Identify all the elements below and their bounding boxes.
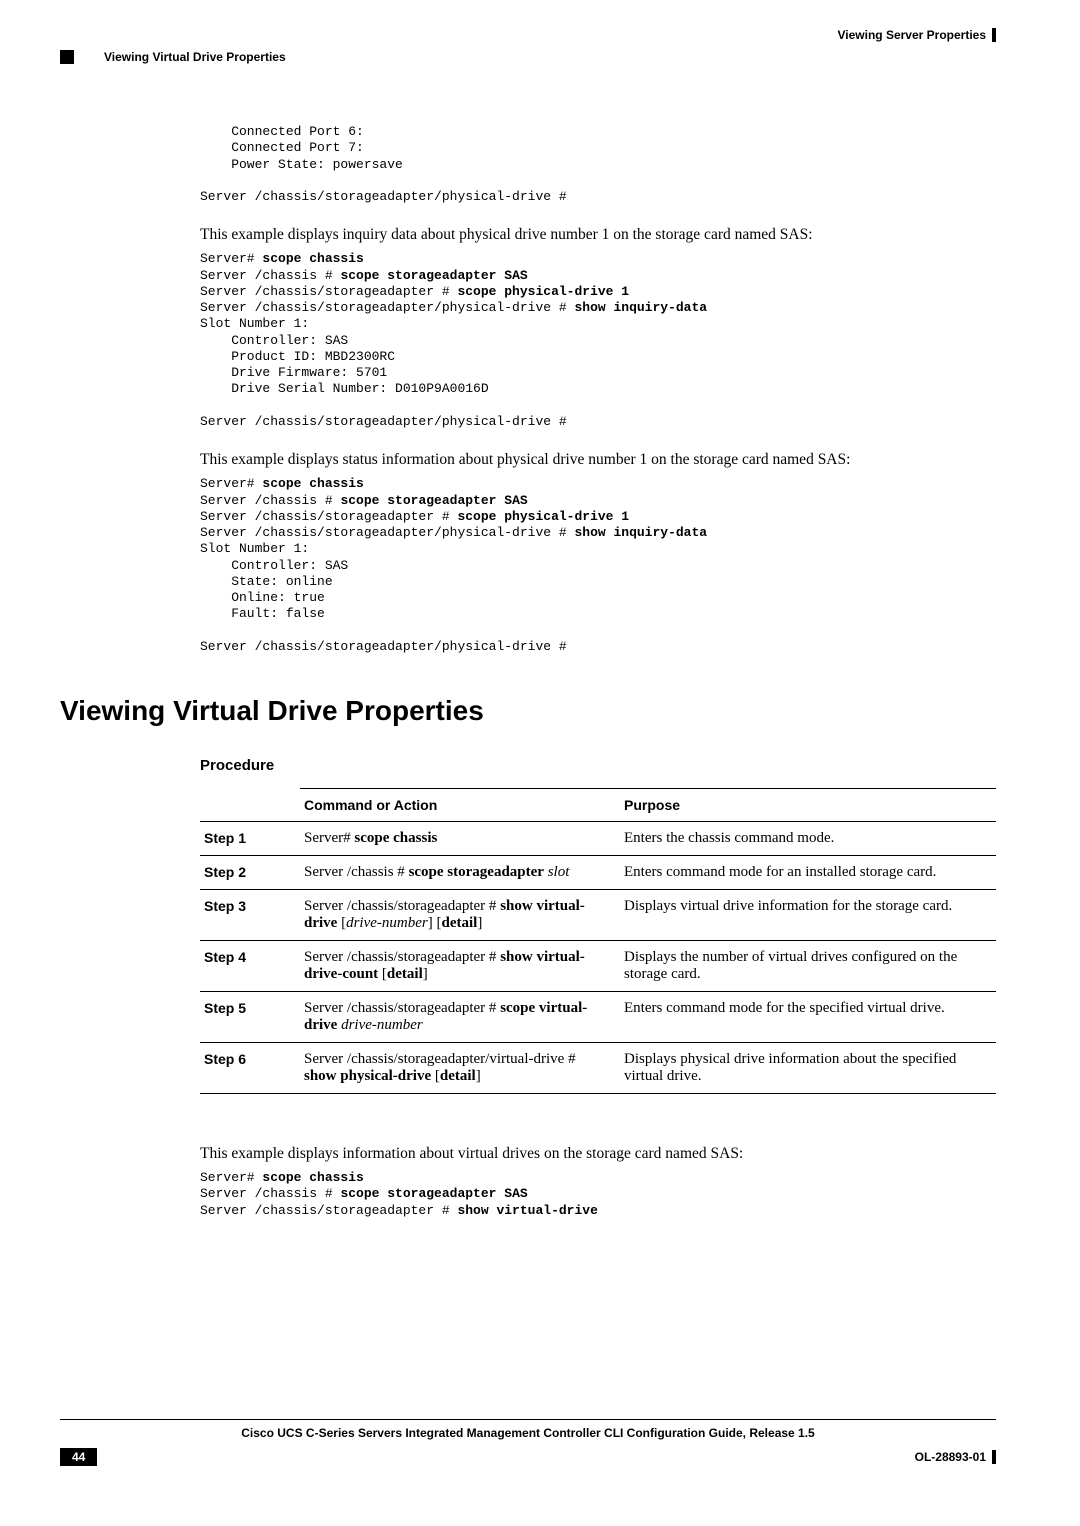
- table-row: Step 4 Server /chassis/storageadapter # …: [200, 941, 996, 992]
- command-cell: Server /chassis/storageadapter # scope v…: [300, 992, 620, 1043]
- code-block-0: Connected Port 6: Connected Port 7: Powe…: [200, 124, 996, 205]
- intro-paragraph-2: This example displays status information…: [200, 450, 996, 470]
- code-block-1: Server# scope chassis Server /chassis # …: [200, 251, 996, 430]
- command-cell: Server /chassis/storageadapter # show vi…: [300, 890, 620, 941]
- purpose-cell: Enters the chassis command mode.: [620, 822, 996, 856]
- purpose-cell: Displays the number of virtual drives co…: [620, 941, 996, 992]
- header-divider-icon: [992, 28, 996, 42]
- right-header-label: Viewing Server Properties: [837, 28, 986, 42]
- step-label: Step 2: [200, 856, 300, 890]
- table-row: Step 5 Server /chassis/storageadapter # …: [200, 992, 996, 1043]
- table-row: Step 1 Server# scope chassis Enters the …: [200, 822, 996, 856]
- purpose-cell: Displays physical drive information abou…: [620, 1043, 996, 1094]
- footer-guide-title: Cisco UCS C-Series Servers Integrated Ma…: [60, 1426, 996, 1440]
- command-cell: Server /chassis/storageadapter # show vi…: [300, 941, 620, 992]
- table-header-empty: [200, 789, 300, 822]
- command-cell: Server /chassis/storageadapter/virtual-d…: [300, 1043, 620, 1094]
- procedure-table: Command or Action Purpose Step 1 Server#…: [200, 788, 996, 1094]
- command-cell: Server# scope chassis: [300, 822, 620, 856]
- section-marker-icon: [60, 50, 74, 64]
- purpose-cell: Enters command mode for the specified vi…: [620, 992, 996, 1043]
- section-heading: Viewing Virtual Drive Properties: [60, 695, 996, 727]
- table-row: Step 3 Server /chassis/storageadapter # …: [200, 890, 996, 941]
- procedure-label: Procedure: [200, 757, 996, 774]
- step-label: Step 6: [200, 1043, 300, 1094]
- table-row: Step 6 Server /chassis/storageadapter/vi…: [200, 1043, 996, 1094]
- purpose-cell: Enters command mode for an installed sto…: [620, 856, 996, 890]
- step-label: Step 4: [200, 941, 300, 992]
- table-header-command: Command or Action: [300, 789, 620, 822]
- table-header-purpose: Purpose: [620, 789, 996, 822]
- intro-paragraph-3: This example displays information about …: [200, 1144, 996, 1164]
- step-label: Step 1: [200, 822, 300, 856]
- command-cell: Server /chassis # scope storageadapter s…: [300, 856, 620, 890]
- doc-code: OL-28893-01: [915, 1450, 996, 1465]
- purpose-cell: Displays virtual drive information for t…: [620, 890, 996, 941]
- step-label: Step 5: [200, 992, 300, 1043]
- step-label: Step 3: [200, 890, 300, 941]
- breadcrumb-label: Viewing Virtual Drive Properties: [104, 50, 286, 64]
- code-block-3: Server# scope chassis Server /chassis # …: [200, 1170, 996, 1219]
- page-header-right: Viewing Server Properties: [60, 28, 996, 42]
- code-block-2: Server# scope chassis Server /chassis # …: [200, 476, 996, 655]
- page-header-left: Viewing Virtual Drive Properties: [60, 50, 996, 64]
- page-number: 44: [60, 1448, 97, 1466]
- footer-divider-icon: [992, 1450, 996, 1464]
- table-row: Step 2 Server /chassis # scope storagead…: [200, 856, 996, 890]
- page-footer: Cisco UCS C-Series Servers Integrated Ma…: [60, 1419, 996, 1466]
- intro-paragraph-1: This example displays inquiry data about…: [200, 225, 996, 245]
